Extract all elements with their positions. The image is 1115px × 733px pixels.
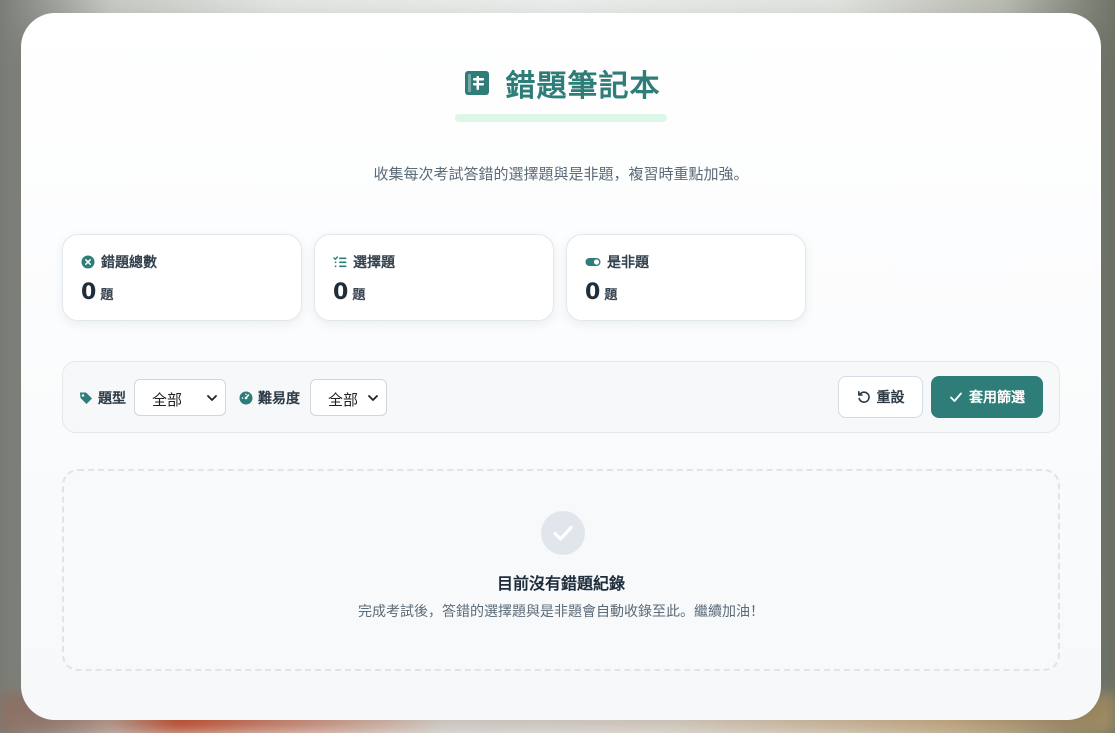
- gauge-icon: [239, 391, 253, 405]
- chevron-down-icon: [368, 395, 378, 401]
- type-select[interactable]: 全部: [134, 379, 226, 416]
- list-check-icon: [333, 256, 347, 268]
- difficulty-filter-label: 難易度: [239, 388, 300, 408]
- page-subtitle: 收集每次考試答錯的選擇題與是非題，複習時重點加強。: [373, 165, 749, 183]
- notebook-icon: [462, 68, 492, 98]
- stat-value: 0: [585, 280, 601, 305]
- chevron-down-icon: [207, 395, 217, 401]
- empty-state: 目前沒有錯題紀錄 完成考試後，答錯的選擇題與是非題會自動收錄至此。繼續加油！: [62, 469, 1060, 671]
- x-circle-icon: [81, 255, 95, 269]
- stat-label: 錯題總數: [101, 255, 157, 271]
- tag-icon: [80, 392, 92, 404]
- toggle-icon: [585, 258, 601, 266]
- stat-card-total: 錯題總數 0 題: [62, 234, 302, 321]
- stats-row: 錯題總數 0 題 選擇題 0 題 是非題 0 題: [62, 234, 806, 321]
- title-underline: [455, 114, 667, 122]
- reset-button[interactable]: 重設: [838, 376, 923, 418]
- page-title: 錯題筆記本: [505, 69, 661, 104]
- type-filter-label: 題型: [79, 388, 126, 408]
- apply-filter-button[interactable]: 套用篩選: [931, 376, 1043, 418]
- notebook-card: 錯題筆記本 收集每次考試答錯的選擇題與是非題，複習時重點加強。 錯題總數 0 題: [21, 13, 1101, 720]
- stat-value: 0: [333, 280, 349, 305]
- stat-unit: 題: [352, 288, 366, 303]
- check-icon: [950, 392, 962, 402]
- stat-label: 是非題: [607, 255, 649, 271]
- stat-label: 選擇題: [353, 255, 395, 271]
- empty-state-description: 完成考試後，答錯的選擇題與是非題會自動收錄至此。繼續加油！: [358, 604, 764, 620]
- filter-bar: 題型 全部 難易度 全部 重設 套用篩選: [62, 361, 1060, 433]
- stat-value: 0: [81, 280, 97, 305]
- stat-unit: 題: [100, 288, 114, 303]
- stat-card-true-false: 是非題 0 題: [566, 234, 806, 321]
- page-header: 錯題筆記本: [21, 61, 1101, 105]
- check-circle-icon: [541, 511, 585, 555]
- empty-state-title: 目前沒有錯題紀錄: [496, 574, 625, 593]
- stat-unit: 題: [604, 288, 618, 303]
- undo-icon: [857, 391, 870, 403]
- difficulty-select[interactable]: 全部: [310, 379, 387, 416]
- stat-card-multiple-choice: 選擇題 0 題: [314, 234, 554, 321]
